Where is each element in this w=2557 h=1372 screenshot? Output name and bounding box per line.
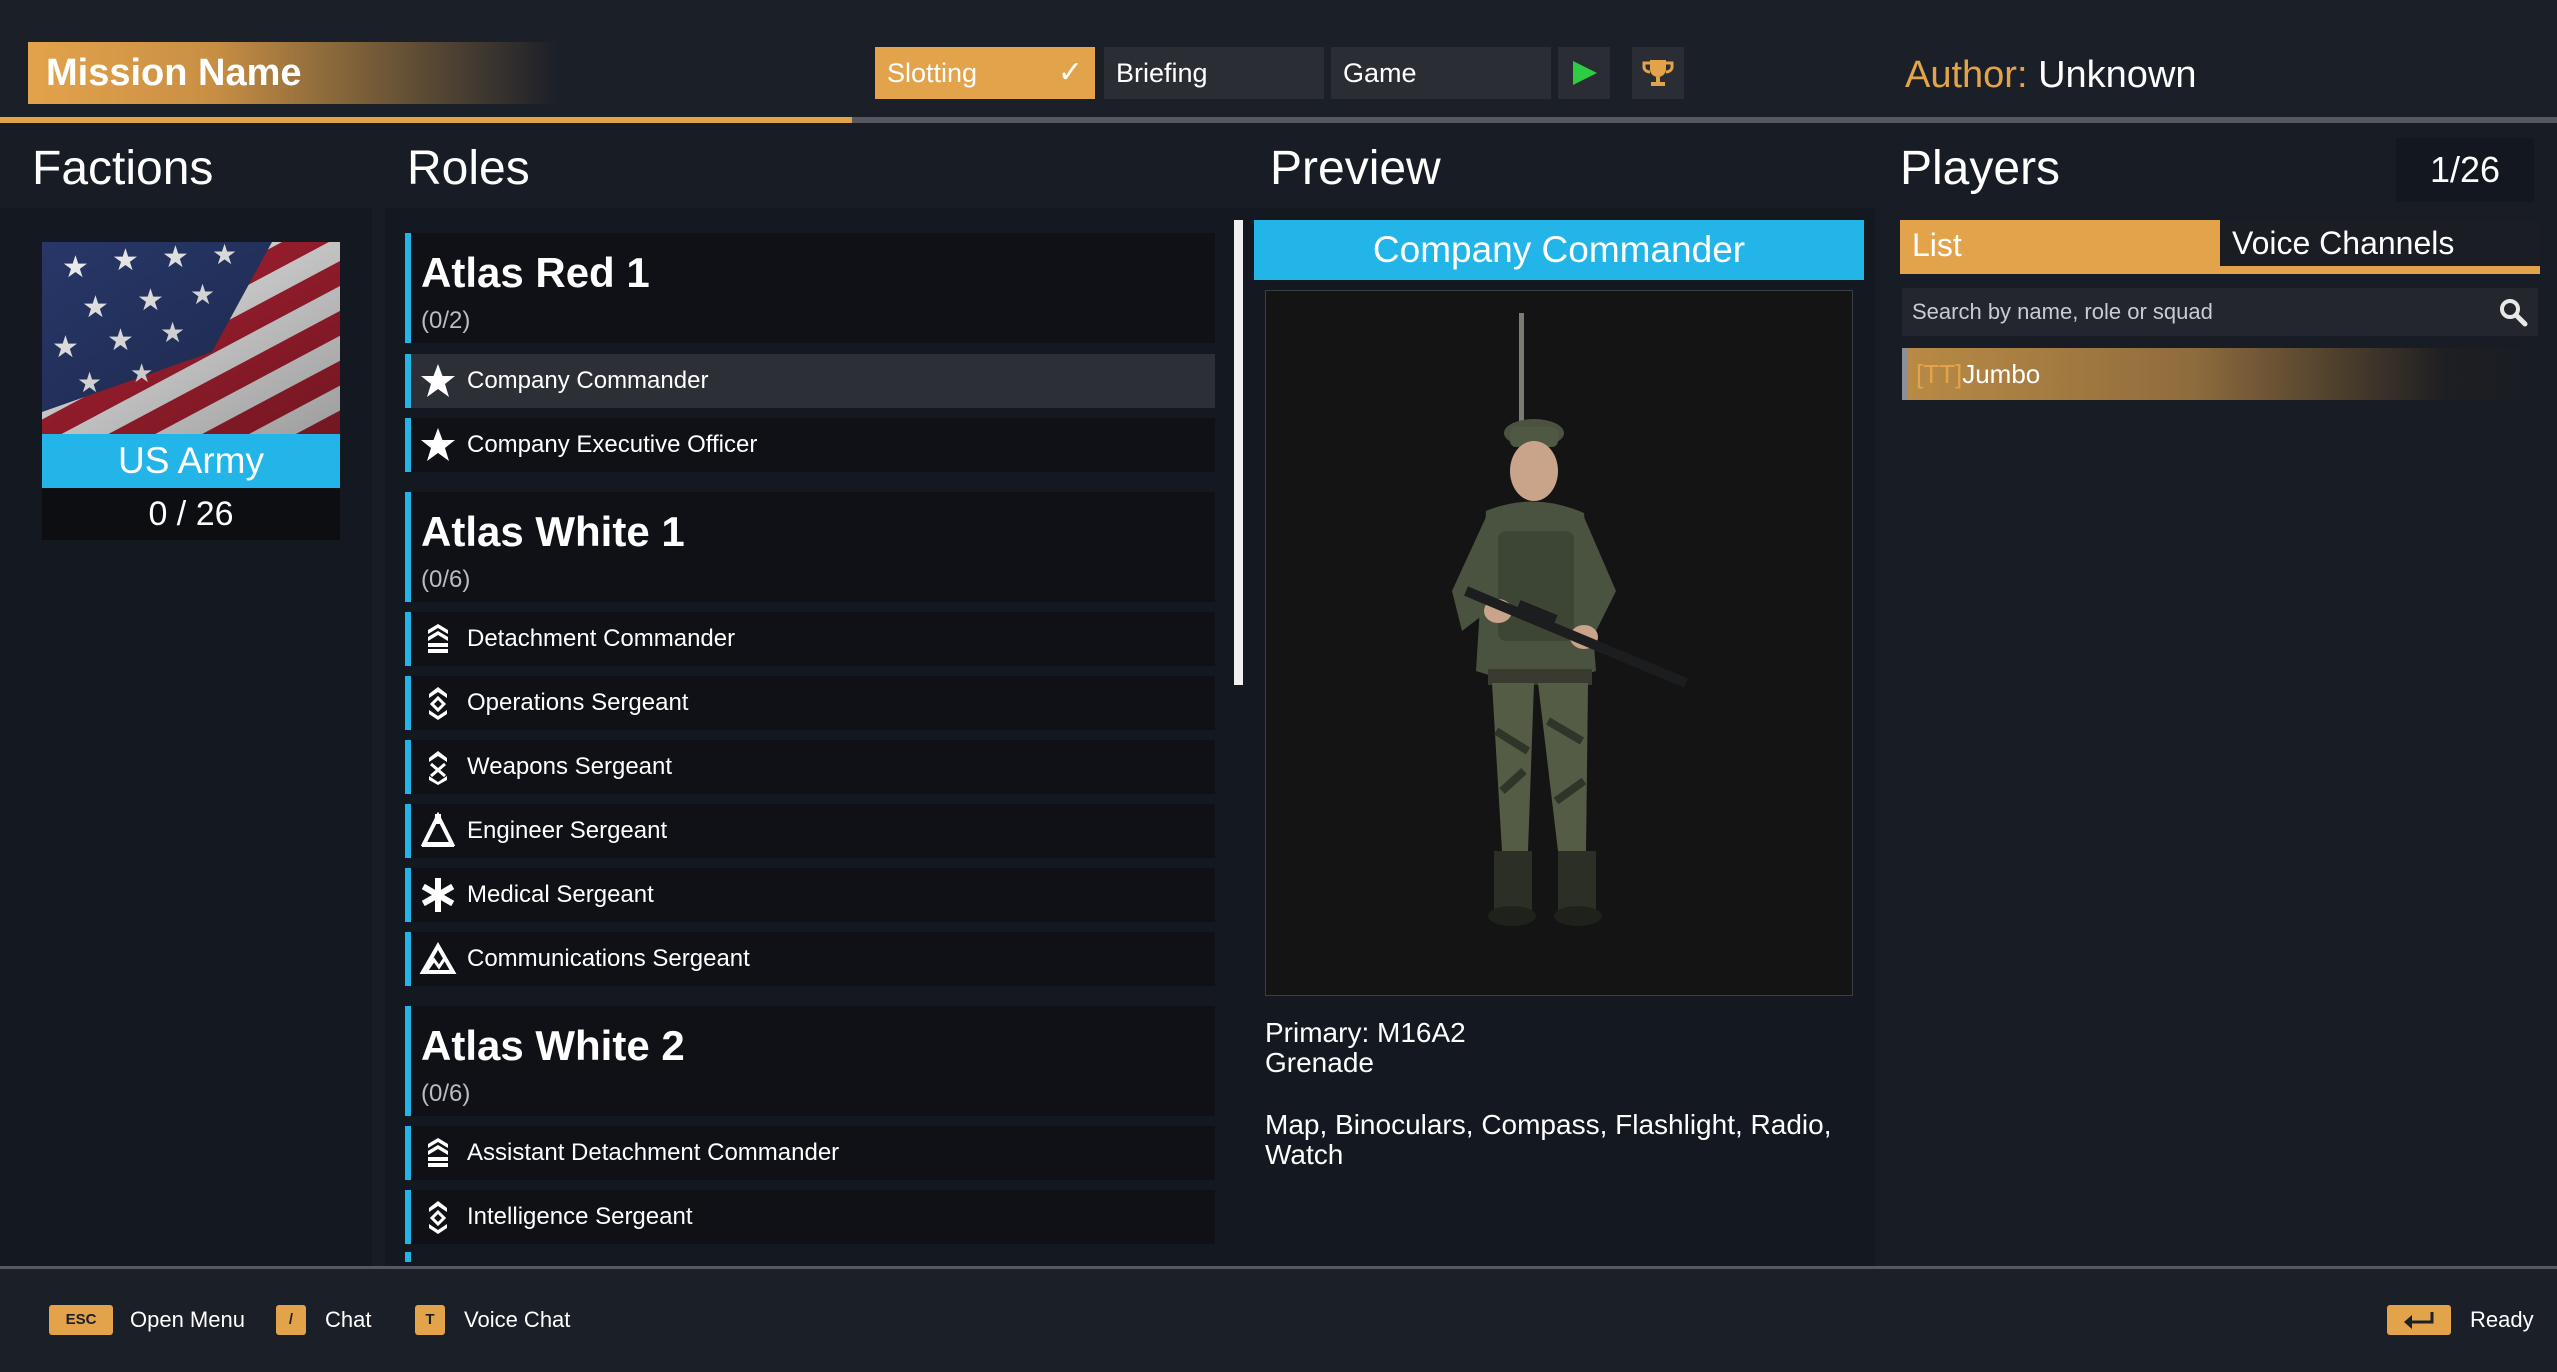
ready-hint[interactable]: Ready	[2470, 1305, 2534, 1335]
squad-header-atlas-white-2[interactable]: Atlas White 2 (0/6)	[405, 1006, 1215, 1116]
role-label: Intelligence Sergeant	[467, 1203, 693, 1230]
role-label: Communications Sergeant	[467, 945, 750, 972]
enter-icon	[2404, 1312, 2434, 1329]
role-weapons-sergeant[interactable]: Weapons Sergeant	[405, 740, 1215, 794]
tab-voice-channels[interactable]: Voice Channels	[2220, 220, 2540, 266]
communications-icon	[419, 941, 457, 974]
engineer-icon	[420, 812, 456, 847]
rank-chevrons-icon	[428, 1138, 448, 1167]
role-label: Detachment Commander	[467, 625, 736, 652]
role-label: Company Commander	[467, 367, 709, 394]
squad-name: Atlas Red 1	[421, 249, 650, 296]
role-row-partial	[405, 1252, 411, 1262]
tab-slotting[interactable]: Slotting ✓	[875, 47, 1095, 99]
player-search-box	[1902, 288, 2538, 336]
voice-key-badge: T	[415, 1305, 445, 1335]
star-icon	[421, 364, 455, 397]
mission-name: Mission Name	[28, 42, 558, 104]
role-company-executive-officer[interactable]: Company Executive Officer	[405, 418, 1215, 472]
squad-header-atlas-white-1[interactable]: Atlas White 1 (0/6)	[405, 492, 1215, 602]
tab-slotting-label: Slotting	[887, 58, 978, 88]
tab-underline	[1900, 266, 2540, 274]
roles-title: Roles	[407, 142, 530, 195]
role-company-commander[interactable]: Company Commander	[405, 354, 1215, 408]
role-communications-sergeant[interactable]: Communications Sergeant	[405, 932, 1215, 986]
player-tag: [TT]	[1916, 359, 1963, 389]
faction-card-us-army[interactable]: ★ ★ ★ ★ ★ ★ ★ ★ ★ ★ ★ ★ US Army 0 / 26	[42, 242, 340, 540]
faction-slot-count: 0 / 26	[42, 488, 340, 540]
play-button[interactable]	[1558, 47, 1610, 99]
tab-list[interactable]: List	[1900, 220, 2220, 272]
medical-asterisk-icon	[421, 878, 455, 912]
esc-key-badge: ESC	[49, 1305, 113, 1335]
chat-key-badge: /	[276, 1305, 306, 1335]
author-label: Author:	[1905, 54, 2028, 96]
player-count: 1/26	[2396, 138, 2534, 202]
player-search-input[interactable]	[1902, 288, 2482, 336]
roles-scrollbar[interactable]	[1234, 220, 1243, 685]
preview-secondary-item: Grenade	[1265, 1047, 1374, 1078]
tab-briefing[interactable]: Briefing	[1104, 47, 1324, 99]
role-label: Medical Sergeant	[467, 881, 654, 908]
role-intelligence-sergeant[interactable]: Intelligence Sergeant	[405, 1190, 1215, 1244]
player-name: Jumbo	[1962, 359, 2041, 389]
preview-primary-weapon: Primary: M16A2	[1265, 1017, 1466, 1048]
role-label: Engineer Sergeant	[467, 817, 668, 844]
preview-role-title: Company Commander	[1254, 220, 1864, 280]
voice-chat-hint[interactable]: Voice Chat	[464, 1305, 570, 1335]
role-detachment-commander[interactable]: Detachment Commander	[405, 612, 1215, 666]
factions-title: Factions	[32, 142, 214, 195]
preview-title: Preview	[1270, 142, 1441, 195]
star-icon	[421, 428, 455, 461]
rank-diamond-icon	[429, 1201, 447, 1234]
tab-game[interactable]: Game	[1331, 47, 1551, 99]
faction-name: US Army	[42, 434, 340, 488]
footer-bar	[0, 1269, 2557, 1372]
enter-key-badge	[2387, 1305, 2451, 1335]
role-operations-sergeant[interactable]: Operations Sergeant	[405, 676, 1215, 730]
preview-equipment: Map, Binoculars, Compass, Flashlight, Ra…	[1265, 1109, 1832, 1170]
play-icon	[1573, 61, 1597, 85]
phase-progress-fill	[0, 117, 852, 123]
soldier-figure	[1452, 313, 1688, 926]
author-name: Unknown	[2038, 54, 2197, 96]
rank-crossed-rifles-icon	[429, 751, 447, 785]
rank-chevrons-icon	[428, 624, 448, 653]
role-label: Weapons Sergeant	[467, 753, 673, 780]
trophy-icon	[1642, 60, 1674, 86]
role-label: Company Executive Officer	[467, 431, 758, 458]
squad-name: Atlas White 1	[421, 508, 685, 555]
role-label: Operations Sergeant	[467, 689, 689, 716]
open-menu-hint[interactable]: Open Menu	[130, 1305, 245, 1335]
squad-slot-count: (0/6)	[421, 566, 471, 593]
squad-header-atlas-red-1[interactable]: Atlas Red 1 (0/2)	[405, 233, 1215, 343]
squad-name: Atlas White 2	[421, 1022, 685, 1069]
squad-slot-count: (0/6)	[421, 1080, 471, 1107]
us-flag-image: ★ ★ ★ ★ ★ ★ ★ ★ ★ ★ ★ ★	[42, 242, 340, 434]
soldier-preview-image	[1265, 290, 1853, 996]
player-list-item[interactable]: [TT]Jumbo	[1902, 348, 2538, 400]
trophy-button[interactable]	[1632, 47, 1684, 99]
chat-hint[interactable]: Chat	[325, 1305, 371, 1335]
checkmark-icon: ✓	[1057, 56, 1083, 89]
search-icon[interactable]	[2498, 297, 2528, 327]
players-title: Players	[1900, 142, 2061, 195]
rank-diamond-icon	[429, 687, 447, 720]
role-label: Assistant Detachment Commander	[467, 1139, 840, 1166]
role-assistant-detachment-commander[interactable]: Assistant Detachment Commander	[405, 1126, 1215, 1180]
author-info: Author: Unknown	[1905, 48, 2197, 102]
role-engineer-sergeant[interactable]: Engineer Sergeant	[405, 804, 1215, 858]
squad-slot-count: (0/2)	[421, 307, 471, 334]
role-medical-sergeant[interactable]: Medical Sergeant	[405, 868, 1215, 922]
